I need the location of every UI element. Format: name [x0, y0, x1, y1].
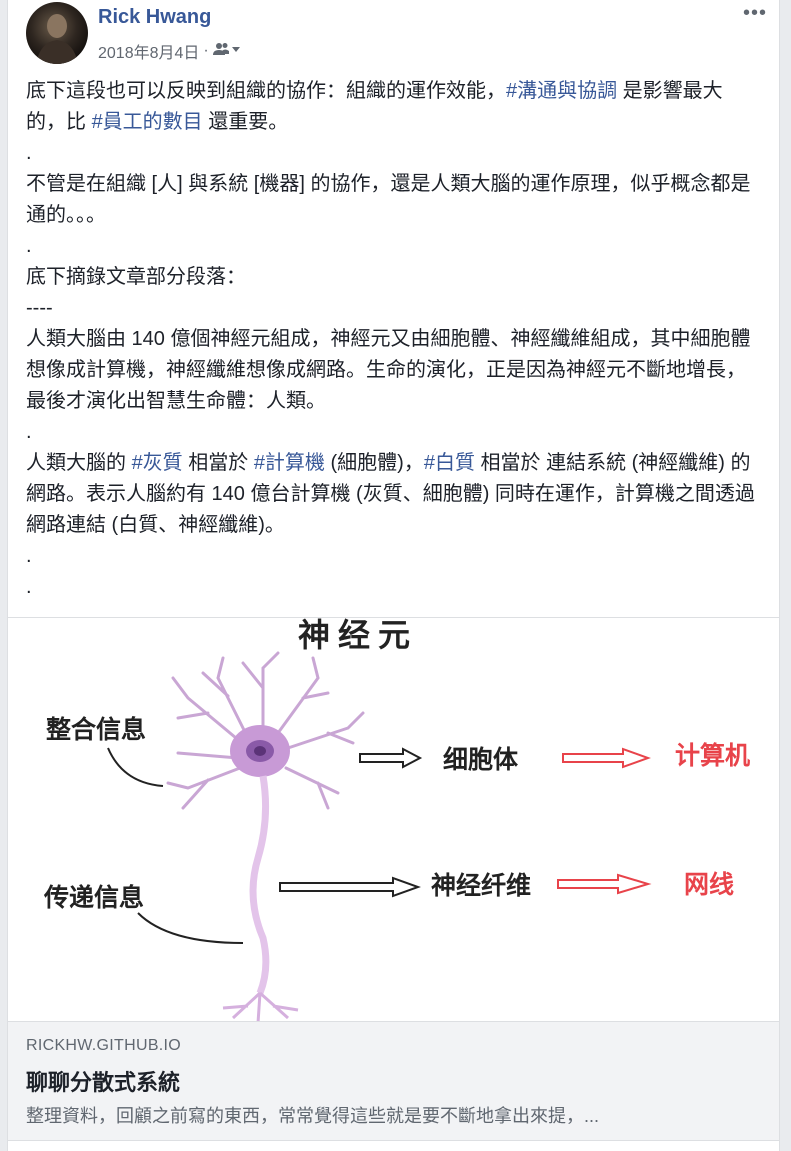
post-text-segment: .: [26, 142, 32, 164]
post-meta: 2018年8月4日 ·: [98, 39, 241, 63]
post-text-segment: 不管是在組織 [人] 與系統 [機器] 的協作，還是人類大腦的運作原理，似乎概念…: [26, 173, 751, 226]
post-paragraph: .: [26, 572, 756, 603]
author-name[interactable]: Rick Hwang: [98, 6, 211, 29]
diagram-title: 神经元: [298, 618, 418, 654]
post-paragraph: .: [26, 417, 756, 448]
post-paragraph: .: [26, 231, 756, 262]
post-text-segment: ----: [26, 297, 53, 319]
post-text-segment: 底下這段也可以反映到組織的協作：組織的運作效能，: [26, 80, 506, 102]
post-text-segment: .: [26, 421, 32, 443]
link-description: 整理資料，回顧之前寫的東西，常常覺得這些就是要不斷地拿出來提，...: [26, 1106, 599, 1126]
post-image[interactable]: 神经元 整合信息 传递信息 细胞体 计算机 神经纤维 网线: [8, 617, 779, 1023]
post-paragraph: .: [26, 138, 756, 169]
hashtag-link[interactable]: #計算機: [254, 452, 325, 474]
label-cellbody: 细胞体: [443, 745, 519, 774]
post-text-segment: 底下摘錄文章部分段落：: [26, 266, 246, 288]
hashtag-link[interactable]: #員工的數目: [92, 111, 203, 133]
link-domain: RICKHW.GITHUB.IO: [26, 1037, 182, 1054]
label-computer: 计算机: [675, 741, 750, 770]
post-paragraph: 底下摘錄文章部分段落：: [26, 262, 756, 293]
post-text-segment: .: [26, 235, 32, 257]
post-card: Rick Hwang 2018年8月4日 · ••• 底下這段也可以反映到組織的…: [7, 0, 780, 1151]
post-paragraph: .: [26, 541, 756, 572]
label-integrate: 整合信息: [46, 715, 146, 744]
post-text-segment: 相當於: [182, 452, 254, 474]
avatar[interactable]: [26, 2, 88, 64]
post-paragraph: 不管是在組織 [人] 與系統 [機器] 的協作，還是人類大腦的運作原理，似乎概念…: [26, 169, 756, 231]
post-text-segment: .: [26, 545, 32, 567]
link-preview[interactable]: RICKHW.GITHUB.IO 聊聊分散式系統 整理資料，回顧之前寫的東西，常…: [8, 1021, 779, 1141]
post-text-segment: 人類大腦由 140 億個神經元組成，神經元又由細胞體、神經纖維組成，其中細胞體想…: [26, 328, 751, 412]
post-text-segment: 人類大腦的: [26, 452, 132, 474]
post-paragraph: 人類大腦由 140 億個神經元組成，神經元又由細胞體、神經纖維組成，其中細胞體想…: [26, 324, 756, 417]
hashtag-link[interactable]: #白質: [424, 452, 475, 474]
post-text-segment: (細胞體)，: [324, 452, 424, 474]
post-text-segment: .: [26, 576, 32, 598]
more-options-icon[interactable]: •••: [743, 2, 767, 25]
friends-icon[interactable]: [212, 42, 241, 61]
hashtag-link[interactable]: #溝通與協調: [506, 80, 617, 102]
hashtag-link[interactable]: #灰質: [132, 452, 183, 474]
post-paragraph: 人類大腦的 #灰質 相當於 #計算機 (細胞體)，#白質 相當於 連結系統 (神…: [26, 448, 756, 541]
label-fiber: 神经纤维: [431, 871, 531, 900]
label-network: 网线: [684, 870, 734, 899]
post-text: 底下這段也可以反映到組織的協作：組織的運作效能，#溝通與協調 是影響最大的，比 …: [26, 76, 756, 603]
link-title[interactable]: 聊聊分散式系統: [26, 1065, 180, 1097]
post-paragraph: 底下這段也可以反映到組織的協作：組織的運作效能，#溝通與協調 是影響最大的，比 …: [26, 76, 756, 138]
post-date[interactable]: 2018年8月4日: [98, 39, 199, 63]
label-transmit: 传递信息: [43, 883, 144, 912]
post-text-segment: 還重要。: [202, 111, 289, 133]
post-paragraph: ----: [26, 293, 756, 324]
